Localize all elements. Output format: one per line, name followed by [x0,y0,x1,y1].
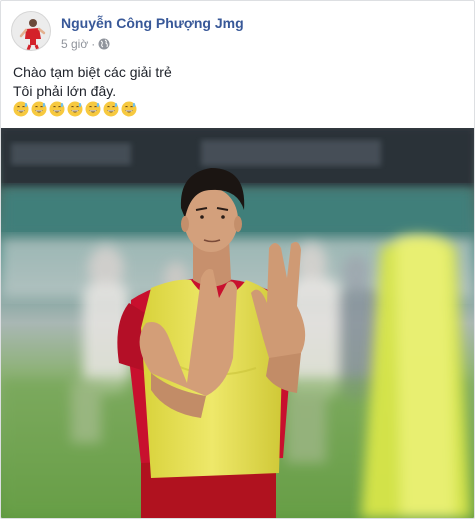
avatar-image [12,12,50,50]
post-message-line: Chào tạm biệt các giải trẻ [13,64,172,80]
meta-separator: · [91,37,96,51]
grinning-sweat-emoji-icon [67,101,83,117]
facebook-post: Nguyễn Công Phượng Jmg 5 giờ · Chào tạm … [0,0,475,519]
grinning-sweat-emoji-icon [121,101,137,117]
author-avatar[interactable] [11,11,51,51]
author-name[interactable]: Nguyễn Công Phượng Jmg [61,15,244,31]
emoji-row [13,101,137,117]
post-timestamp[interactable]: 5 giờ [61,37,88,51]
grinning-sweat-emoji-icon [103,101,119,117]
post-meta: 5 giờ · [61,37,110,51]
post-photo[interactable] [1,128,474,518]
grinning-sweat-emoji-icon [31,101,47,117]
globe-icon[interactable] [98,38,110,50]
post-message: Chào tạm biệt các giải trẻ Tôi phải lớn … [13,63,463,101]
post-photo-image [1,128,474,518]
grinning-sweat-emoji-icon [85,101,101,117]
grinning-sweat-emoji-icon [13,101,29,117]
post-message-line: Tôi phải lớn đây. [13,83,117,99]
grinning-sweat-emoji-icon [49,101,65,117]
post-header: Nguyễn Công Phượng Jmg 5 giờ · [11,11,466,55]
